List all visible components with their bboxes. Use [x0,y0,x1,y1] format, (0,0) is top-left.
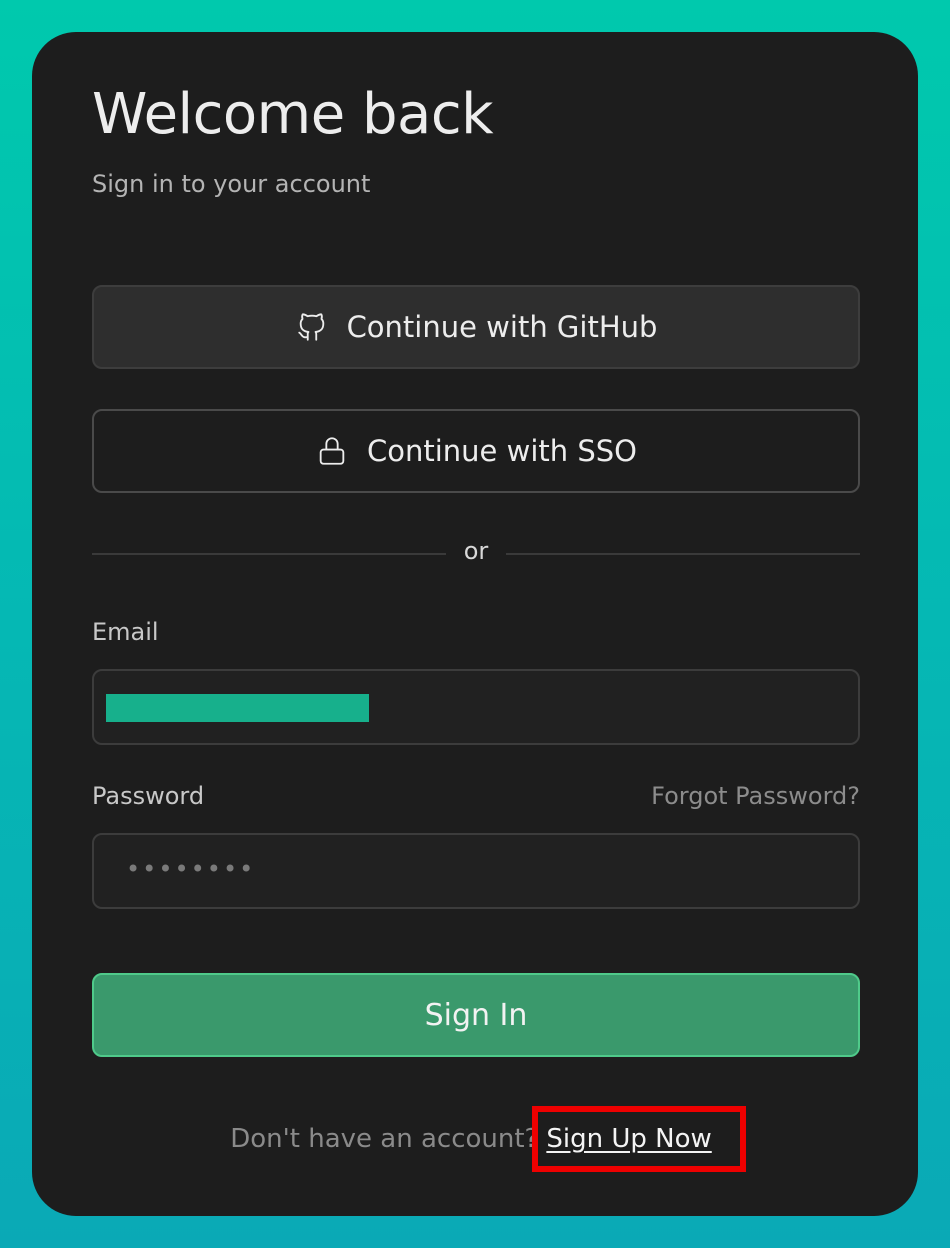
sign-up-prompt: Don't have an account? Sign Up Now [32,1124,918,1154]
email-label: Email [92,618,159,646]
sign-in-card: Welcome back Sign in to your account Con… [32,32,918,1216]
redacted-email-value [106,694,369,722]
password-mask: •••••••• [126,855,256,883]
sign-in-button[interactable]: Sign In [92,973,860,1057]
sso-button-label: Continue with SSO [366,434,637,468]
lock-icon [315,434,349,468]
divider-text: or [463,537,489,565]
continue-with-sso-button[interactable]: Continue with SSO [92,409,860,493]
sign-up-prompt-text: Don't have an account? [230,1124,539,1154]
page-title: Welcome back [92,82,494,147]
email-field[interactable] [92,669,860,745]
continue-with-github-button[interactable]: Continue with GitHub [92,285,860,369]
or-divider: or [92,537,860,571]
sign-up-link[interactable]: Sign Up Now [538,1124,719,1154]
github-button-label: Continue with GitHub [346,310,658,344]
github-icon [295,310,329,344]
password-field[interactable]: •••••••• [92,833,860,909]
forgot-password-link[interactable]: Forgot Password? [651,782,860,810]
password-label: Password [92,782,205,810]
divider-line-right [506,553,860,555]
page-subtitle: Sign in to your account [92,170,371,198]
